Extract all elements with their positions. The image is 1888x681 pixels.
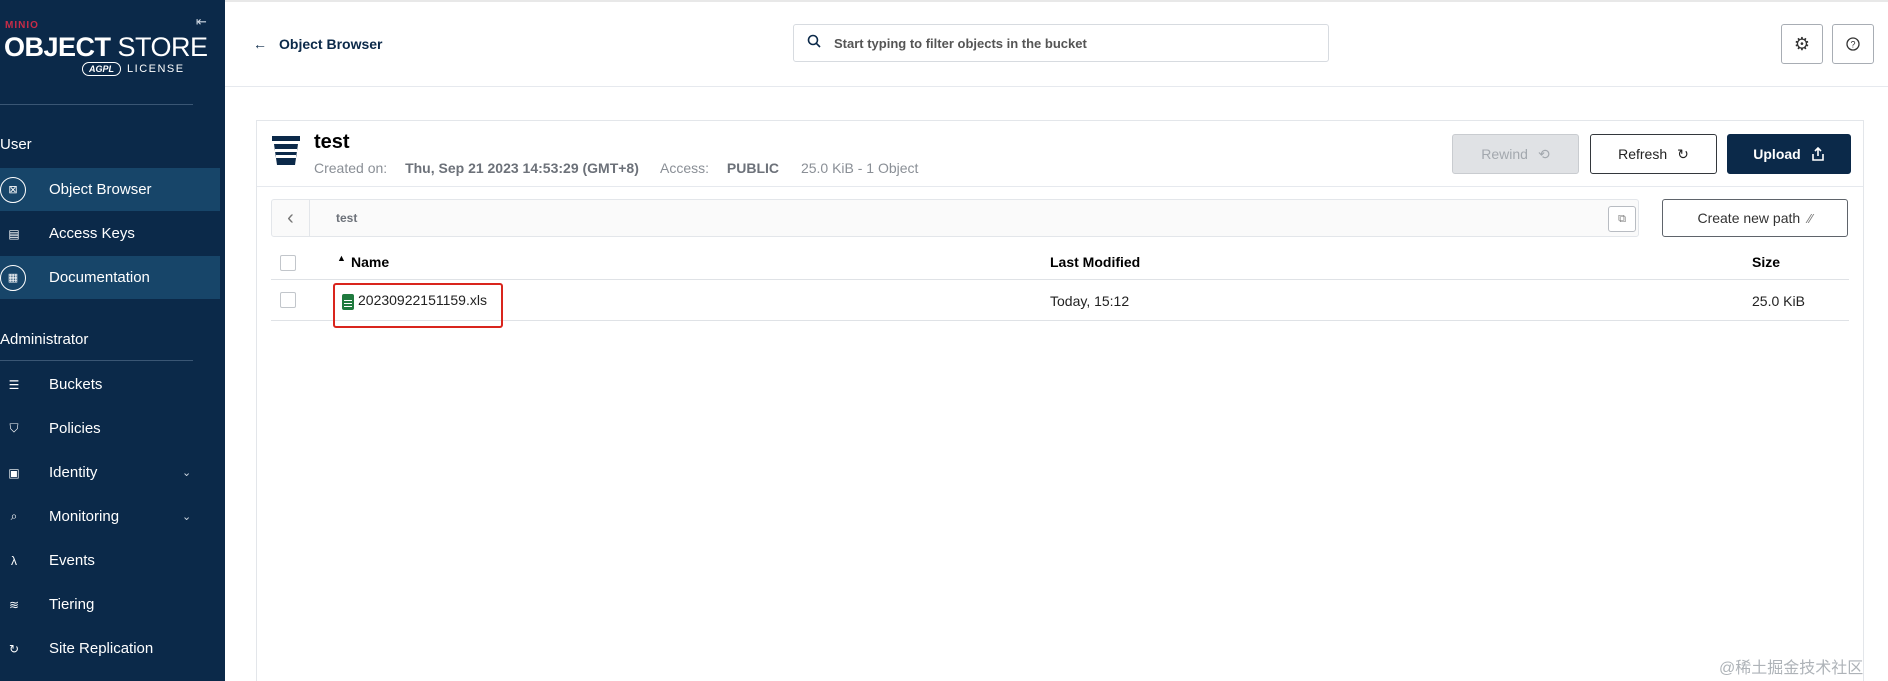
refresh-label: Refresh [1618, 146, 1668, 162]
brand-title: OBJECT STORE [4, 32, 208, 62]
new-path-icon: ⁄⁄ [1808, 210, 1813, 226]
svg-text:?: ? [1850, 40, 1855, 50]
search-input[interactable] [834, 35, 1314, 51]
collapse-sidebar-icon[interactable]: ⇤ [196, 14, 210, 30]
copy-path-button[interactable]: ⧉ [1608, 206, 1636, 232]
spreadsheet-file-icon [342, 294, 354, 310]
access-keys-icon: ▤ [8, 226, 20, 241]
brand-minio: MINIO [5, 20, 39, 31]
access-label: Access: [660, 160, 710, 176]
tiering-icon: ≋ [8, 597, 20, 612]
identity-icon: ▣ [8, 465, 20, 480]
agpl-badge: AGPL [82, 62, 122, 76]
sidebar-item-label: Monitoring [49, 508, 120, 525]
sidebar-item-label: Object Browser [49, 181, 152, 198]
sidebar-item-label: Access Keys [49, 225, 135, 242]
sidebar-item-label: Policies [49, 420, 101, 437]
bucket-meta: Created on: Thu, Sep 21 2023 14:53:29 (G… [314, 160, 932, 176]
section-label-administrator: Administrator [0, 331, 89, 348]
sidebar-item-access-keys[interactable]: ▤ Access Keys [0, 212, 220, 255]
sidebar-item-monitoring[interactable]: ⌕ Monitoring ⌄ [0, 495, 220, 538]
column-header-size[interactable]: Size [1752, 254, 1780, 270]
chevron-left-icon: ‹ [287, 206, 294, 229]
sidebar-item-label: Documentation [49, 269, 150, 286]
table-header: ▲ Name Last Modified Size [271, 245, 1849, 280]
watermark: @稀土掘金技术社区 [1719, 660, 1864, 677]
sidebar-divider [0, 104, 193, 105]
buckets-icon: ☰ [8, 377, 20, 392]
current-path: test [336, 211, 358, 225]
row-checkbox[interactable] [280, 292, 296, 308]
help-icon: ? [1846, 37, 1860, 51]
sort-ascending-icon[interactable]: ▲ [337, 253, 346, 263]
column-header-name[interactable]: Name [351, 254, 389, 270]
history-icon: ⟲ [1537, 145, 1550, 162]
monitoring-icon: ⌕ [10, 509, 18, 523]
created-label: Created on: [314, 160, 388, 176]
sidebar-item-label: Buckets [49, 376, 103, 393]
search-icon [794, 34, 834, 52]
sidebar-item-events[interactable]: λ Events [0, 539, 220, 582]
chevron-down-icon: ⌄ [182, 467, 192, 479]
refresh-button[interactable]: Refresh ↻ [1590, 134, 1717, 174]
back-link-label: Object Browser [279, 36, 383, 52]
arrow-left-icon: ← [253, 36, 267, 52]
documentation-icon: ▦ [0, 264, 26, 291]
sidebar-item-label: Identity [49, 464, 98, 481]
gear-icon: ⚙ [1793, 33, 1811, 54]
object-browser-icon: ⊠ [0, 176, 26, 203]
license-text: LICENSE [127, 63, 185, 75]
create-new-path-button[interactable]: Create new path ⁄⁄ [1662, 199, 1848, 237]
sidebar: MINIO OBJECT STORE AGPL LICENSE ⇤ User ⊠… [0, 0, 225, 681]
copy-icon: ⧉ [1618, 212, 1626, 225]
chevron-down-icon: ⌄ [182, 511, 192, 523]
sidebar-item-buckets[interactable]: ☰ Buckets [0, 363, 220, 406]
events-icon: λ [11, 553, 17, 568]
path-back-button[interactable]: ‹ [272, 200, 310, 236]
sidebar-item-site-replication[interactable]: ↻ Site Replication [0, 627, 220, 670]
bucket-icon [272, 136, 300, 165]
file-size: 25.0 KiB [1752, 293, 1805, 309]
brand-license: AGPL LICENSE [82, 62, 185, 76]
search-box [793, 24, 1329, 62]
file-last-modified: Today, 15:12 [1050, 293, 1130, 309]
rewind-label: Rewind [1481, 146, 1528, 162]
sidebar-item-label: Site Replication [49, 640, 154, 657]
file-name: 20230922151159.xls [358, 292, 487, 308]
refresh-icon: ↻ [1677, 145, 1689, 162]
select-all-checkbox[interactable] [280, 255, 296, 271]
highlighted-file-name[interactable]: 20230922151159.xls [333, 283, 503, 328]
access-value: PUBLIC [726, 160, 780, 176]
sidebar-item-documentation[interactable]: ▦ Documentation [0, 256, 220, 299]
breadcrumb: ‹ test ⧉ [271, 199, 1639, 237]
bucket-name: test [314, 131, 350, 153]
section-label-user: User [0, 136, 32, 153]
bucket-summary: 25.0 KiB - 1 Object [800, 160, 919, 176]
sidebar-item-label: Tiering [49, 596, 95, 613]
created-value: Thu, Sep 21 2023 14:53:29 (GMT+8) [405, 160, 639, 176]
sidebar-item-label: Events [49, 552, 95, 569]
back-to-object-browser-link[interactable]: ← Object Browser [253, 36, 382, 52]
help-button[interactable]: ? [1832, 24, 1874, 64]
settings-button[interactable]: ⚙ [1781, 24, 1823, 64]
sidebar-item-policies[interactable]: ⛉ Policies [0, 407, 220, 450]
upload-icon [1811, 147, 1824, 161]
upload-button[interactable]: Upload [1727, 134, 1851, 174]
rewind-button[interactable]: Rewind ⟲ [1452, 134, 1579, 174]
sidebar-item-identity[interactable]: ▣ Identity ⌄ [0, 451, 220, 494]
column-header-last-modified[interactable]: Last Modified [1050, 254, 1140, 270]
sidebar-item-tiering[interactable]: ≋ Tiering [0, 583, 220, 626]
bucket-panel: test Created on: Thu, Sep 21 2023 14:53:… [256, 120, 1864, 681]
sidebar-item-object-browser[interactable]: ⊠ Object Browser [0, 168, 220, 211]
policies-icon: ⛉ [9, 421, 19, 435]
create-path-label: Create new path [1697, 210, 1801, 226]
site-replication-icon: ↻ [8, 641, 20, 656]
panel-divider [257, 186, 1863, 187]
upload-label: Upload [1753, 146, 1801, 162]
sidebar-divider [0, 360, 193, 361]
top-bar: ← Object Browser ⚙ ? [225, 0, 1888, 87]
table-row[interactable]: 20230922151159.xls Today, 15:12 25.0 KiB [271, 281, 1849, 328]
